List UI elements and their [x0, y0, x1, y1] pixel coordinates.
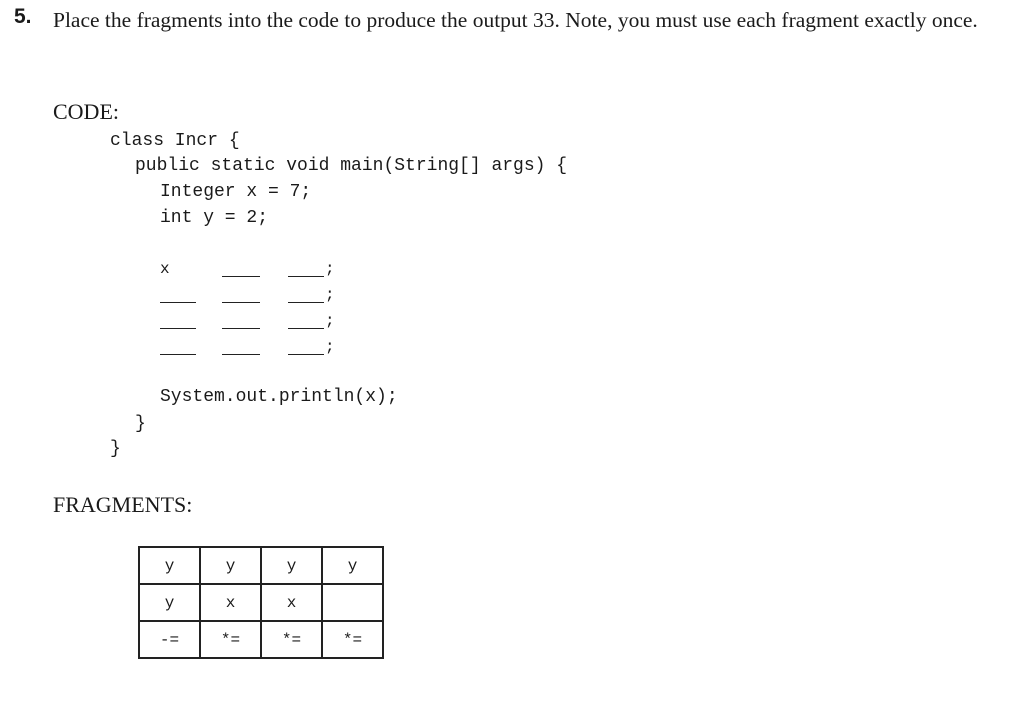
fragment-row: y y y y [138, 546, 384, 585]
fragments-heading: FRAGMENTS: [53, 492, 193, 517]
blank-slot[interactable] [288, 354, 324, 355]
semicolon: ; [325, 312, 335, 330]
fragment-tile[interactable]: y [199, 546, 262, 585]
fragment-row: y x x [138, 583, 384, 622]
fragment-row: -= *= *= *= [138, 620, 384, 659]
code-close-brace-inner: } [135, 414, 146, 434]
blank-slot[interactable] [222, 354, 260, 355]
blank-slot[interactable] [160, 302, 196, 303]
code-line-int-y: int y = 2; [160, 208, 269, 228]
code-close-brace-outer: } [110, 439, 121, 459]
fragment-tile[interactable]: x [199, 583, 262, 622]
semicolon: ; [325, 338, 335, 356]
fragment-tile[interactable]: y [138, 546, 201, 585]
semicolon: ; [325, 260, 335, 278]
blank-slot[interactable] [222, 302, 260, 303]
question-text: Place the fragments into the code to pro… [53, 8, 978, 32]
fragment-tile[interactable]: y [260, 546, 323, 585]
code-line-class: class Incr { [110, 131, 240, 151]
code-line-println: System.out.println(x); [160, 387, 398, 407]
code-line-integer-x: Integer x = 7; [160, 182, 312, 202]
blank-slot[interactable] [222, 276, 260, 277]
slot-prefix-x: x [160, 260, 170, 278]
fragment-tile[interactable]: *= [321, 620, 384, 659]
blank-slot[interactable] [160, 354, 196, 355]
code-line-main: public static void main(String[] args) { [135, 156, 568, 176]
code-heading: CODE: [53, 99, 119, 124]
fragment-tile[interactable]: y [321, 546, 384, 585]
fragment-tile[interactable]: *= [199, 620, 262, 659]
blank-slot[interactable] [222, 328, 260, 329]
semicolon: ; [325, 286, 335, 304]
blank-slot[interactable] [288, 276, 324, 277]
fragment-tile-empty [321, 583, 384, 622]
fragment-tile[interactable]: y [138, 583, 201, 622]
blank-slot[interactable] [288, 328, 324, 329]
fragment-tile[interactable]: -= [138, 620, 201, 659]
blank-slot[interactable] [160, 328, 196, 329]
question-number: 5. [14, 5, 32, 28]
fragments-table: y y y y y x x -= *= *= *= [138, 546, 384, 659]
fragment-tile[interactable]: x [260, 583, 323, 622]
blank-slot[interactable] [288, 302, 324, 303]
fragment-tile[interactable]: *= [260, 620, 323, 659]
